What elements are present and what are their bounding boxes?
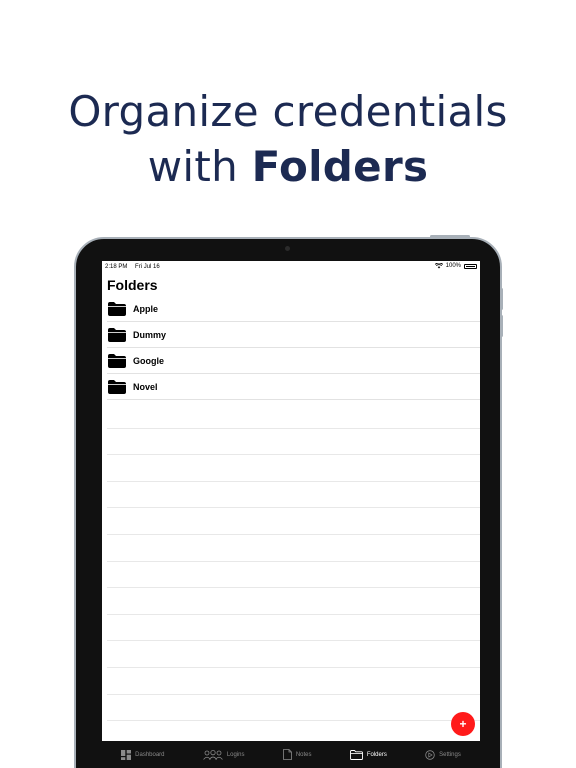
tablet-volume-up-button [500, 288, 503, 310]
folder-row-google[interactable]: Google [107, 348, 480, 374]
add-folder-button[interactable]: + [451, 712, 475, 736]
users-icon [203, 749, 223, 760]
settings-icon [425, 749, 435, 760]
empty-row [107, 562, 480, 589]
tab-label: Settings [439, 751, 461, 758]
page-title: Folders [107, 277, 158, 293]
folder-row-apple[interactable]: Apple [107, 296, 480, 322]
note-icon [282, 749, 292, 760]
folder-label: Dummy [133, 329, 167, 340]
status-time: 2:18 PM [105, 264, 128, 270]
empty-row [107, 668, 480, 695]
folder-icon [349, 749, 363, 760]
empty-row [107, 429, 480, 456]
empty-row [107, 535, 480, 562]
status-bar: 2:18 PM Fri Jul 16 100% [102, 261, 480, 273]
folder-label: Novel [133, 381, 158, 392]
tab-label: Logins [226, 751, 245, 758]
empty-row [107, 508, 480, 535]
empty-row [107, 402, 480, 429]
tablet-screen: 2:18 PM Fri Jul 16 100% Folders Apple Du… [102, 261, 480, 768]
folder-row-dummy[interactable]: Dummy [107, 322, 480, 348]
tab-label: Folders [366, 751, 387, 758]
tab-dashboard[interactable]: Dashboard [121, 749, 165, 760]
battery-percent: 100% [445, 263, 461, 269]
empty-row [107, 588, 480, 615]
folder-icon [108, 379, 126, 394]
tab-label: Notes [295, 751, 312, 758]
status-date: Fri Jul 16 [135, 264, 160, 270]
wifi-icon [434, 263, 443, 269]
folder-row-novel[interactable]: Novel [107, 374, 480, 400]
headline-prefix: with [147, 142, 252, 191]
tablet-power-button [430, 235, 470, 238]
marketing-headline: Organize credentials with Folders [0, 84, 576, 194]
headline-line-2: with Folders [0, 139, 576, 194]
empty-row [107, 455, 480, 482]
folder-label: Apple [133, 303, 159, 314]
empty-list-area [107, 402, 480, 722]
folder-icon [108, 301, 126, 316]
tablet-camera [285, 246, 290, 251]
empty-row [107, 695, 480, 722]
headline-bold: Folders [251, 142, 429, 191]
tablet-volume-down-button [500, 315, 503, 337]
folder-label: Google [133, 355, 164, 366]
tab-bar: Dashboard Logins Notes Folders Settings [102, 741, 480, 768]
app-store-screenshot: Organize credentials with Folders 2:18 P… [0, 0, 576, 768]
battery-icon [464, 263, 477, 269]
tab-settings[interactable]: Settings [425, 749, 461, 760]
empty-row [107, 615, 480, 642]
tab-notes[interactable]: Notes [282, 749, 312, 760]
tab-folders[interactable]: Folders [349, 749, 387, 760]
headline-line-1: Organize credentials [68, 87, 508, 136]
dashboard-icon [121, 749, 132, 760]
folder-list: Apple Dummy Google Novel [107, 296, 480, 400]
empty-row [107, 641, 480, 668]
folder-icon [108, 353, 126, 368]
folder-icon [108, 327, 126, 342]
tab-label: Dashboard [135, 751, 165, 758]
tab-logins[interactable]: Logins [203, 749, 245, 760]
empty-row [107, 482, 480, 509]
